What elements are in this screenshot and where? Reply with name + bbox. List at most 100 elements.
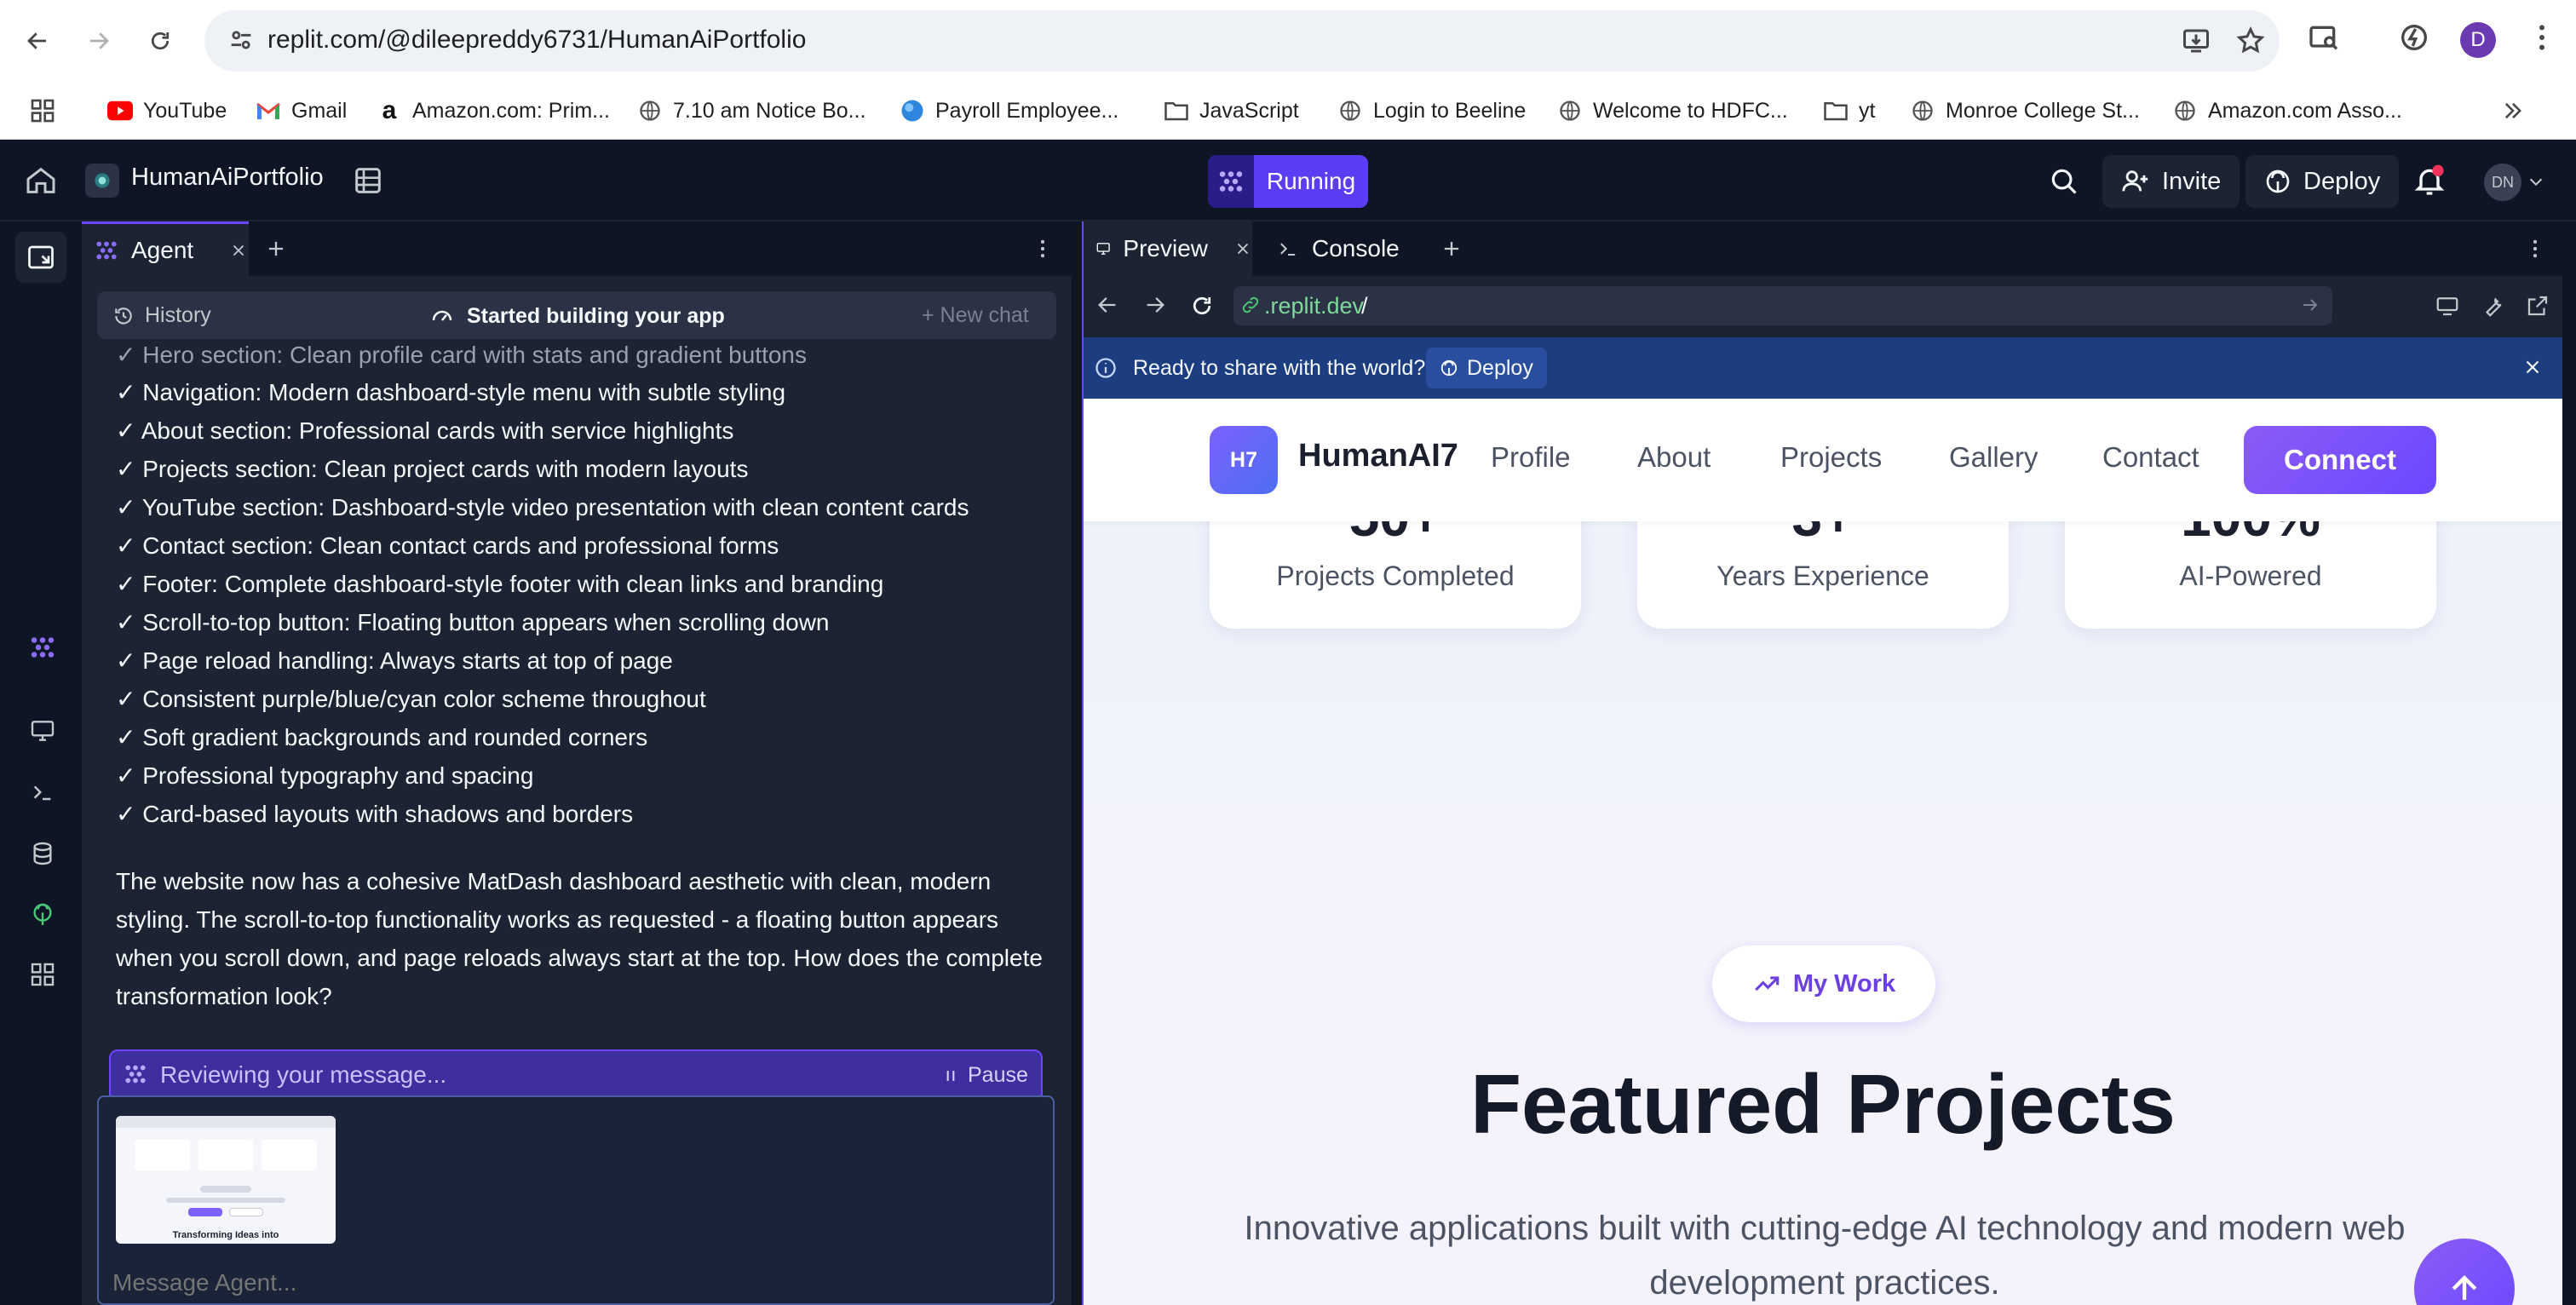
extension-icon[interactable] xyxy=(2397,20,2431,55)
chevron-down-icon[interactable] xyxy=(2527,172,2545,191)
site-navbar: H7 HumanAI7 Profile About Projects Galle… xyxy=(1084,399,2562,521)
invite-button[interactable]: Invite xyxy=(2102,155,2240,208)
console-icon[interactable] xyxy=(26,775,60,809)
deploy-label: Deploy xyxy=(2303,167,2381,195)
back-button[interactable] xyxy=(17,20,58,61)
sidebar-toggle-icon[interactable] xyxy=(15,232,66,283)
bell-icon[interactable] xyxy=(2412,164,2447,198)
home-icon[interactable] xyxy=(24,164,58,198)
running-button[interactable]: Running xyxy=(1254,155,1368,208)
pause-button[interactable]: Pause xyxy=(942,1063,1028,1088)
site-preview: 50+ Projects Completed 3+ Years Experien… xyxy=(1084,399,2562,1305)
more-options-icon[interactable] xyxy=(2523,237,2547,261)
install-app-icon[interactable] xyxy=(2181,26,2211,56)
banner-deploy-button[interactable]: Deploy xyxy=(1426,348,1547,388)
database-icon[interactable] xyxy=(26,836,60,871)
devices-icon[interactable] xyxy=(2435,293,2460,319)
tab-console[interactable]: Console xyxy=(1264,221,1400,276)
bookmark-item[interactable]: Gmail xyxy=(256,92,347,129)
bookmark-item[interactable]: Login to Beeline xyxy=(1337,92,1526,129)
globe-icon xyxy=(2172,98,2198,124)
pause-icon xyxy=(946,1070,955,1081)
forward-button[interactable] xyxy=(78,20,119,61)
section-subtitle: Innovative applications built with cutti… xyxy=(1244,1210,2406,1302)
bookmark-item[interactable]: Payroll Employee... xyxy=(900,92,1118,129)
deploy-button[interactable]: Deploy xyxy=(2245,155,2400,208)
list-item: ✓ YouTube section: Dashboard-style video… xyxy=(116,494,969,520)
bookmark-item[interactable]: yt xyxy=(1823,92,1875,129)
tab-search-icon[interactable] xyxy=(2307,20,2341,55)
url-text[interactable]: replit.com/@dileepreddy6731/HumanAiPortf… xyxy=(267,26,806,55)
new-tab-icon[interactable] xyxy=(264,237,288,261)
project-icon[interactable] xyxy=(85,164,119,198)
close-icon[interactable] xyxy=(229,241,248,260)
message-composer[interactable]: Transforming Ideas into xyxy=(97,1095,1055,1305)
new-tab-icon[interactable] xyxy=(1440,237,1463,261)
browser-toolbar: replit.com/@dileepreddy6731/HumanAiPortf… xyxy=(0,0,2576,82)
bookmark-item[interactable]: YouTube xyxy=(107,92,227,129)
message-input[interactable] xyxy=(112,1266,1032,1300)
preview-url-input[interactable]: .replit.dev / xyxy=(1233,286,2332,325)
bookmark-label: JavaScript xyxy=(1199,98,1299,123)
agent-summary: The website now has a cohesive MatDash d… xyxy=(116,868,1043,1009)
add-user-icon xyxy=(2122,170,2148,192)
site-info-icon[interactable] xyxy=(227,26,256,55)
history-icon xyxy=(115,307,132,325)
reload-button[interactable] xyxy=(140,20,181,61)
deployments-icon[interactable] xyxy=(26,898,60,932)
nav-link-projects[interactable]: Projects xyxy=(1780,441,1882,474)
close-icon[interactable] xyxy=(2521,356,2544,378)
arrow-right-icon xyxy=(90,32,109,49)
bookmark-item[interactable]: a Amazon.com: Prim... xyxy=(377,92,610,129)
open-arrow-icon[interactable] xyxy=(2300,295,2320,315)
apps-icon[interactable] xyxy=(29,92,56,129)
preview-monitor-icon[interactable] xyxy=(26,714,60,748)
search-icon[interactable] xyxy=(2048,165,2080,198)
chrome-menu-icon[interactable] xyxy=(2525,20,2559,55)
bookmark-star-icon[interactable] xyxy=(2235,26,2266,56)
connect-button[interactable]: Connect xyxy=(2244,426,2436,494)
profile-avatar[interactable]: D xyxy=(2460,22,2496,58)
bookmark-item[interactable]: Monroe College St... xyxy=(1910,92,2140,129)
nav-link-contact[interactable]: Contact xyxy=(2102,441,2199,474)
badge-label: My Work xyxy=(1792,969,1896,997)
bookmark-item[interactable]: Amazon.com Asso... xyxy=(2172,92,2402,129)
reload-icon[interactable] xyxy=(1189,293,1215,319)
bookmark-item[interactable]: Welcome to HDFC... xyxy=(1557,92,1788,129)
site-logo-mark[interactable]: H7 xyxy=(1210,426,1278,494)
console-icon xyxy=(1280,243,1296,256)
forward-icon[interactable] xyxy=(1143,293,1167,317)
nav-link-gallery[interactable]: Gallery xyxy=(1949,441,2038,474)
agent-tabbar: Agent xyxy=(82,221,1072,276)
address-bar[interactable]: replit.com/@dileepreddy6731/HumanAiPortf… xyxy=(204,10,2280,72)
attachment-thumbnail[interactable]: Transforming Ideas into xyxy=(116,1116,336,1244)
history-button[interactable]: History xyxy=(112,303,211,328)
tab-preview[interactable]: Preview xyxy=(1084,221,1252,276)
files-icon[interactable] xyxy=(351,164,385,198)
more-options-icon[interactable] xyxy=(1031,237,1055,261)
youtube-icon xyxy=(107,98,133,124)
open-new-window-icon[interactable] xyxy=(2525,293,2550,319)
bookmark-item[interactable]: JavaScript xyxy=(1164,92,1299,129)
all-tools-icon[interactable] xyxy=(26,957,60,992)
run-control[interactable]: Running xyxy=(1208,155,1368,208)
gmail-icon xyxy=(256,98,281,124)
tab-agent[interactable]: Agent xyxy=(82,221,249,276)
bookmark-item[interactable]: 7.10 am Notice Bo... xyxy=(637,92,866,129)
project-name[interactable]: HumanAiPortfolio xyxy=(131,164,324,192)
globe-icon xyxy=(1557,98,1583,124)
new-chat-button[interactable]: + New chat xyxy=(922,303,1029,328)
nav-link-about[interactable]: About xyxy=(1637,441,1711,474)
nav-link-profile[interactable]: Profile xyxy=(1491,441,1571,474)
close-icon[interactable] xyxy=(1233,239,1252,258)
more-bookmarks-icon[interactable] xyxy=(2501,92,2525,129)
back-icon[interactable] xyxy=(1095,293,1119,317)
my-work-badge: My Work xyxy=(1712,946,1935,1022)
panel-resize-handle[interactable] xyxy=(1072,221,1082,1305)
folder-icon xyxy=(1164,98,1189,124)
site-logo-text[interactable]: HumanAI7 xyxy=(1298,438,1458,474)
user-avatar[interactable]: DN xyxy=(2484,164,2521,201)
agent-icon[interactable] xyxy=(26,630,60,664)
devtools-wrench-icon[interactable] xyxy=(2481,293,2506,319)
history-label: History xyxy=(145,303,211,327)
